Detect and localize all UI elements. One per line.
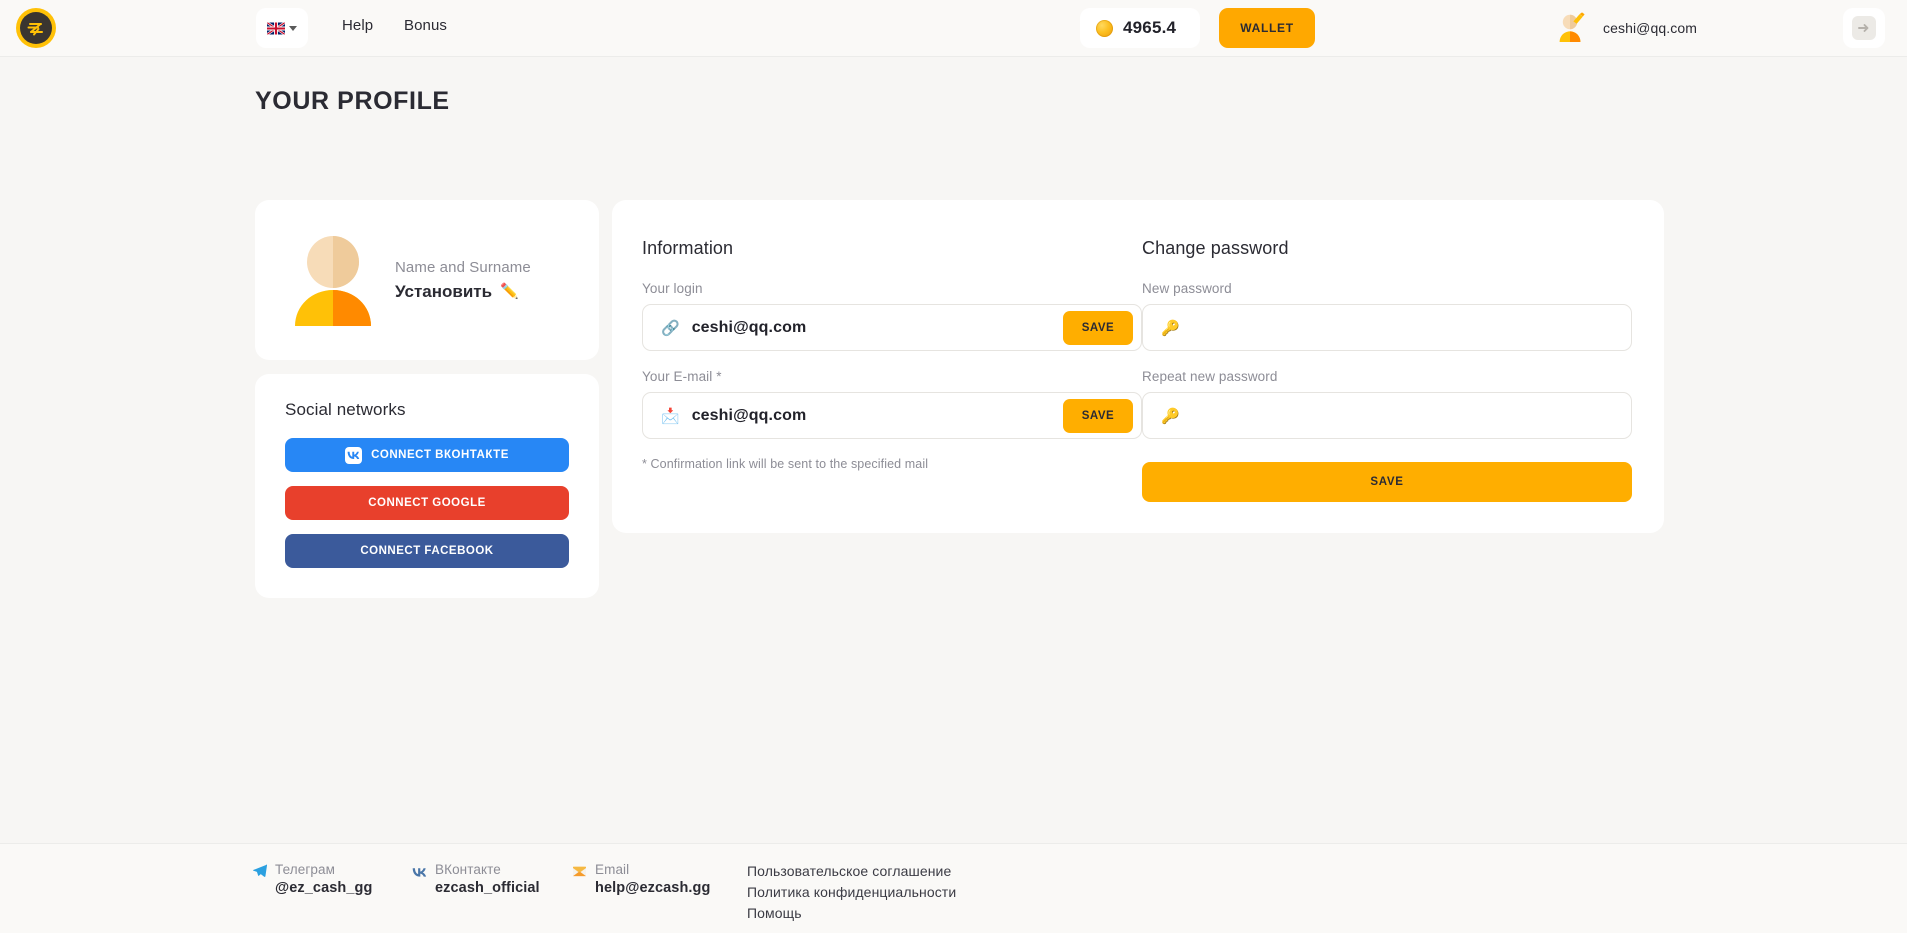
telegram-icon — [253, 864, 267, 896]
footer-email-text: Email help@ezcash.gg — [595, 862, 710, 896]
user-email-label: ceshi@qq.com — [1603, 20, 1697, 36]
page-content: YOUR PROFILE Name and Surname Установить… — [0, 57, 1907, 843]
page-title: YOUR PROFILE — [255, 87, 450, 116]
connect-vkontakte-button[interactable]: CONNECT ВКОНТАКТЕ — [285, 438, 569, 472]
vk-icon — [345, 447, 362, 464]
avatar-edit-icon — [1553, 9, 1591, 47]
nav-item-help[interactable]: Help — [342, 17, 373, 34]
new-password-input-wrap: 🔑 — [1142, 304, 1632, 351]
user-menu[interactable]: ceshi@qq.com — [1553, 6, 1697, 50]
email-icon: 📩 — [661, 407, 680, 425]
repeat-password-input[interactable] — [1192, 407, 1631, 425]
footer-telegram-value[interactable]: @ez_cash_gg — [275, 880, 372, 896]
new-password-input[interactable] — [1192, 319, 1631, 337]
social-networks-card: Social networks CONNECT ВКОНТАКТЕ CONNEC… — [255, 374, 599, 598]
footer-contact-email[interactable]: Email help@ezcash.gg — [572, 862, 710, 896]
repeat-password-input-wrap: 🔑 — [1142, 392, 1632, 439]
logout-arrow-icon — [1852, 16, 1876, 40]
vk-icon — [412, 864, 427, 896]
connect-facebook-button[interactable]: CONNECT FACEBOOK — [285, 534, 569, 568]
profile-name-label: Name and Surname — [395, 259, 531, 276]
login-input-wrap: 🔗 SAVE — [642, 304, 1142, 351]
ez-logo-icon[interactable] — [16, 8, 56, 48]
key-icon: 🔑 — [1161, 319, 1180, 337]
login-field-label: Your login — [642, 281, 1142, 296]
app-footer: Телеграм @ez_cash_gg ВКонтакте ezcash_of… — [0, 843, 1907, 933]
uk-flag-icon — [267, 22, 285, 35]
balance-value: 4965.4 — [1123, 18, 1176, 38]
connect-google-button[interactable]: CONNECT GOOGLE — [285, 486, 569, 520]
footer-links: Пользовательское соглашение Политика кон… — [747, 861, 956, 924]
chevron-down-icon — [289, 26, 297, 31]
connect-facebook-label: CONNECT FACEBOOK — [360, 545, 493, 557]
footer-vk-value[interactable]: ezcash_official — [435, 880, 540, 896]
nav-item-bonus[interactable]: Bonus — [404, 17, 447, 34]
new-password-label: New password — [1142, 281, 1632, 296]
footer-link-user-agreement[interactable]: Пользовательское соглашение — [747, 861, 956, 882]
login-save-button[interactable]: SAVE — [1063, 311, 1133, 345]
footer-telegram-label: Телеграм — [275, 862, 372, 877]
information-section: Information Your login 🔗 SAVE Your E-mai… — [642, 200, 1142, 533]
change-password-section: Change password New password 🔑 Repeat ne… — [1142, 200, 1632, 533]
footer-telegram-text: Телеграм @ez_cash_gg — [275, 862, 372, 896]
footer-email-value[interactable]: help@ezcash.gg — [595, 880, 710, 896]
information-title: Information — [642, 238, 1142, 259]
account-settings-card: Information Your login 🔗 SAVE Your E-mai… — [612, 200, 1664, 533]
footer-vk-text: ВКонтакте ezcash_official — [435, 862, 540, 896]
logout-button[interactable] — [1843, 8, 1885, 48]
footer-vk-label: ВКонтакте — [435, 862, 540, 877]
email-save-button[interactable]: SAVE — [1063, 399, 1133, 433]
app-header: Help Bonus 4965.4 WALLET ceshi@qq.com — [0, 0, 1907, 57]
footer-email-label: Email — [595, 862, 710, 877]
connect-vkontakte-label: CONNECT ВКОНТАКТЕ — [371, 449, 509, 461]
change-password-title: Change password — [1142, 238, 1632, 259]
avatar-icon — [293, 234, 373, 326]
logo-inner-circle — [20, 12, 52, 44]
repeat-password-label: Repeat new password — [1142, 369, 1632, 384]
logo-z-glyph — [25, 17, 47, 39]
password-save-button[interactable]: SAVE — [1142, 462, 1632, 502]
profile-name-value: Установить — [395, 282, 492, 302]
footer-link-privacy-policy[interactable]: Политика конфиденциальности — [747, 882, 956, 903]
social-networks-title: Social networks — [285, 400, 569, 420]
link-icon: 🔗 — [661, 319, 680, 337]
footer-contact-telegram[interactable]: Телеграм @ez_cash_gg — [253, 862, 372, 896]
email-field-label: Your E-mail * — [642, 369, 1142, 384]
balance-display[interactable]: 4965.4 — [1080, 8, 1200, 48]
footer-contact-vkontakte[interactable]: ВКонтакте ezcash_official — [412, 862, 540, 896]
wallet-button[interactable]: WALLET — [1219, 8, 1315, 48]
coin-icon — [1096, 20, 1113, 37]
profile-text-block: Name and Surname Установить ✏️ — [395, 259, 531, 302]
key-icon: 🔑 — [1161, 407, 1180, 425]
email-icon — [572, 864, 587, 896]
language-selector[interactable] — [256, 8, 308, 48]
connect-google-label: CONNECT GOOGLE — [368, 497, 486, 509]
pencil-icon: ✏️ — [500, 284, 519, 299]
email-confirmation-hint: * Confirmation link will be sent to the … — [642, 457, 1142, 471]
email-input-wrap: 📩 SAVE — [642, 392, 1142, 439]
profile-card: Name and Surname Установить ✏️ — [255, 200, 599, 360]
profile-set-name-button[interactable]: Установить ✏️ — [395, 282, 531, 302]
footer-link-help[interactable]: Помощь — [747, 903, 956, 924]
